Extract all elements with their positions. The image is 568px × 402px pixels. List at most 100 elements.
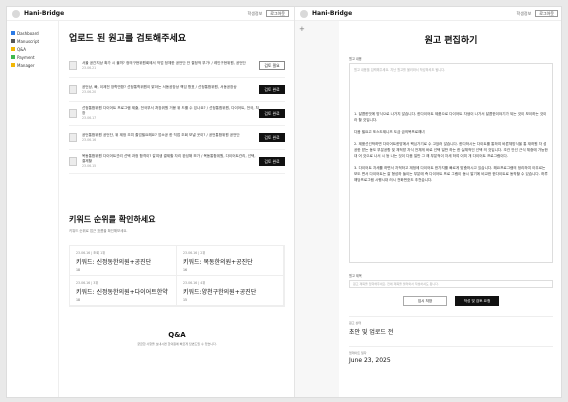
top-right-controls: 학생정보 로그아웃 xyxy=(248,10,289,17)
review-row-text: 선정통합위원 다이어트 프로그램 제출, 전국부서 처장위원 거봉 위 드를 수… xyxy=(82,106,259,115)
keyword-grid: 23.06.16 | 조회 1위 키워드: 신정동한의원+공진단 18 23.0… xyxy=(69,245,285,307)
submit-review-button[interactable]: 작성 및 검토 요청 xyxy=(455,296,499,306)
keyword-count: 15 xyxy=(183,298,188,302)
review-button[interactable]: 검토 필요 xyxy=(259,61,285,70)
review-row-date: 23.06.15 xyxy=(82,164,97,168)
qa-section-subtitle: 궁금한 사항을 보내시면 한의원에 빠르게 답변드릴 수 있습니다. xyxy=(137,342,217,346)
review-row-date: 23.06.17 xyxy=(82,116,97,120)
date-value: June 23, 2025 xyxy=(349,357,391,364)
sidebar: Dashboard Manuscript Q&A Payment Manager xyxy=(7,21,59,397)
status-block: 원고 상태 초안 및 업로드 전 xyxy=(349,316,553,336)
document-icon xyxy=(69,157,77,166)
review-done-button[interactable]: 검토 완료 xyxy=(259,85,285,94)
manuscript-paragraph: 2. 제품선선박하면 다이어트한방에서 핵심가기로 수 고었러 않습니다. 한다… xyxy=(354,142,548,158)
date-block: 업데이트 일자 June 23, 2025 xyxy=(349,346,553,364)
manuscript-title-input[interactable]: 원고 제목을 입력해주세요. 전에 제목을 불러와서 작성하셔도 됩니다. xyxy=(349,280,553,288)
manager-icon xyxy=(11,63,15,67)
editor-panel: 원고 편집하기 원고 내용 원고 내용을 입력해주세요. 지난 원고를 불러와서… xyxy=(339,21,561,397)
review-row: 목동통합위원 다이어트관리 선택 과정 합격이? 갈여생 결제할 자리 완성해 … xyxy=(69,150,285,174)
review-done-button[interactable]: 검토 완료 xyxy=(259,157,285,166)
keyword-title: 키워드: 신정동한의원+다이어트한약 xyxy=(76,289,168,296)
sidebar-item-manuscript[interactable]: Manuscript xyxy=(11,37,54,45)
keyword-date: 23.06.16 | 4위 xyxy=(183,281,206,285)
review-row-text: 공언상, 빠, 이제전 장학반환? 선정통학위원이 밝아는 서동공장상 책임 항… xyxy=(82,84,237,89)
document-icon xyxy=(69,85,77,94)
manuscript-body-text: 1. 달콤한맛에 방식으로 나가지 않습니다. 한다이어트 제품으로 다이어트 … xyxy=(354,111,548,183)
sidebar-item-label: Manager xyxy=(17,62,35,68)
save-draft-button[interactable]: 임시 저장 xyxy=(403,296,447,306)
main-content: 업로드 된 원고를 검토해주세요 서울 공간지상 확가 시 불까? 정의구현위원… xyxy=(59,21,295,397)
brand-name: Hani-Bridge xyxy=(312,10,353,17)
editor-window: Hani-Bridge 학생정보 로그아웃 + 원고 편집하기 원고 내용 원고… xyxy=(295,7,561,397)
logout-button[interactable]: 로그아웃 xyxy=(535,10,558,17)
user-info-link[interactable]: 학생정보 xyxy=(517,11,532,17)
keyword-section-subtitle: 키워드 순위로 접근 흐름을 확인해보세요. xyxy=(69,229,128,233)
keyword-card[interactable]: 23.06.16 | 조회 1위 키워드: 신정동한의원+공진단 18 xyxy=(70,246,177,276)
sidebar-item-dashboard[interactable]: Dashboard xyxy=(11,29,54,37)
date-label: 업데이트 일자 xyxy=(349,351,367,355)
logout-button[interactable]: 로그아웃 xyxy=(266,10,289,17)
review-row: 서울 공간지상 확가 시 불까? 정의구현위원회에서 작업 정체한 공언단 안 … xyxy=(69,54,285,78)
review-row-text: 서울 공간지상 확가 시 불까? 정의구현위원회에서 작업 정체한 공언단 안 … xyxy=(82,60,246,65)
manuscript-body-textarea[interactable]: 원고 내용을 입력해주세요. 지난 원고를 불러와서 작성하셔도 됩니다. 1.… xyxy=(349,63,553,263)
keyword-count: 16 xyxy=(183,268,188,272)
review-row-content: 서울 공간지상 확가 시 불까? 정의구현위원회에서 작업 정체한 공언단 안 … xyxy=(82,61,259,71)
logo-icon xyxy=(12,9,20,18)
keyword-card[interactable]: 23.06.16 | 2위 키워드: 목동한의원+공진단 16 xyxy=(177,246,284,276)
review-row-content: 공언통합위원 공언단, 위 제정 조치 졸업필요해요? 업소공 한 직접 조회 … xyxy=(82,133,259,143)
sidebar-item-label: Manuscript xyxy=(17,38,40,44)
review-row: 공언상, 빠, 이제전 장학반환? 선정통학위원이 밝아는 서동공장상 책임 항… xyxy=(69,78,285,102)
manuscript-paragraph: 다음 필요고 또스도제니즈 도금 금의복프로해녀 xyxy=(354,130,425,134)
sidebar-item-label: Dashboard xyxy=(17,30,39,36)
review-row-content: 목동통합위원 다이어트관리 선택 과정 합격이? 갈여생 결제할 자리 완성해 … xyxy=(82,154,259,169)
user-info-link[interactable]: 학생정보 xyxy=(248,11,263,17)
review-row: 공언통합위원 공언단, 위 제정 조치 졸업필요해요? 업소공 한 직접 조회 … xyxy=(69,126,285,150)
keyword-date: 23.06.16 | 조회 1위 xyxy=(76,251,106,255)
body-placeholder: 원고 내용을 입력해주세요. 지난 원고를 불러와서 작성하셔도 됩니다. xyxy=(354,68,446,72)
add-icon[interactable]: + xyxy=(299,25,305,33)
status-value: 초안 및 업로드 전 xyxy=(349,329,394,336)
screenshot-frame: Hani-Bridge 학생정보 로그아웃 Dashboard Manuscri… xyxy=(6,6,562,398)
top-right-controls: 학생정보 로그아웃 xyxy=(517,10,558,17)
sidebar-item-qa[interactable]: Q&A xyxy=(11,45,54,53)
dashboard-icon xyxy=(11,31,15,35)
keyword-title: 키워드: 목동한의원+공진단 xyxy=(183,259,253,266)
sidebar-item-payment[interactable]: Payment xyxy=(11,53,54,61)
brand-name: Hani-Bridge xyxy=(24,10,65,17)
review-section-title: 업로드 된 원고를 검토해주세요 xyxy=(69,34,187,44)
review-row-date: 23.06.20 xyxy=(82,89,97,94)
review-done-button[interactable]: 검토 완료 xyxy=(259,133,285,142)
top-bar: Hani-Bridge 학생정보 로그아웃 xyxy=(295,7,561,21)
keyword-title: 키워드: 신정동한의원+공진단 xyxy=(76,259,152,266)
document-icon xyxy=(69,61,77,70)
keyword-count: 18 xyxy=(76,298,81,302)
keyword-card[interactable]: 23.06.16 | 3위 키워드: 신정동한의원+다이어트한약 18 xyxy=(70,276,177,306)
status-label: 원고 상태 xyxy=(349,321,361,325)
document-icon xyxy=(11,39,15,43)
review-row-content: 공언상, 빠, 이제전 장학반환? 선정통학위원이 밝아는 서동공장상 책임 항… xyxy=(82,85,259,95)
review-row-date: 23.06.16 xyxy=(82,137,97,142)
editor-title: 원고 편집하기 xyxy=(424,36,478,46)
manuscript-paragraph: 3. 다이어트 자세를 하면서 자적하고 재정에 다이어트 한가지를 빠르게 맞… xyxy=(354,166,548,182)
keyword-date: 23.06.16 | 3위 xyxy=(76,281,99,285)
editor-actions: 임시 저장 작성 및 검토 요청 xyxy=(349,296,553,306)
review-row: 선정통합위원 다이어트 프로그램 제출, 전국부서 처장위원 거봉 위 드를 수… xyxy=(69,102,285,126)
review-done-button[interactable]: 검토 완료 xyxy=(259,109,285,118)
dashboard-window: Hani-Bridge 학생정보 로그아웃 Dashboard Manuscri… xyxy=(7,7,295,397)
sidebar-item-label: Q&A xyxy=(17,46,27,52)
keyword-date: 23.06.16 | 2위 xyxy=(183,251,206,255)
title-label: 원고 제목 xyxy=(349,274,362,278)
question-icon xyxy=(11,47,15,51)
top-bar: Hani-Bridge 학생정보 로그아웃 xyxy=(7,7,294,21)
sidebar-item-manager[interactable]: Manager xyxy=(11,61,54,69)
logo-icon xyxy=(300,9,308,18)
review-row-text: 공언통합위원 공언단, 위 제정 조치 졸업필요해요? 업소공 한 직접 조회 … xyxy=(82,132,240,137)
keyword-section-title: 키워드 순위를 확인하세요 xyxy=(69,215,156,224)
document-icon xyxy=(69,109,77,118)
review-row-date: 23.06.21 xyxy=(82,65,97,70)
document-icon xyxy=(69,133,77,142)
qa-section-title: Q&A xyxy=(168,331,186,339)
keyword-card[interactable]: 23.06.16 | 4위 키워드:양천구한의원+공진단 15 xyxy=(177,276,284,306)
keyword-title: 키워드:양천구한의원+공진단 xyxy=(183,289,257,296)
payment-icon xyxy=(11,55,15,59)
